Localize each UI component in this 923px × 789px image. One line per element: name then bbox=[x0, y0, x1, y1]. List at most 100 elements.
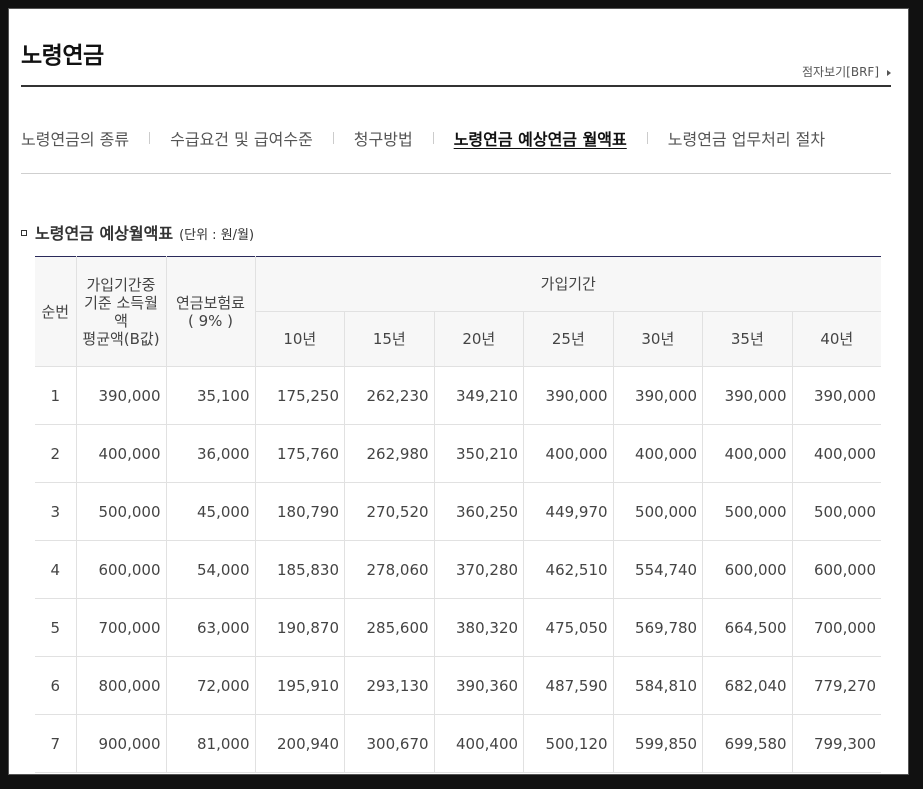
amount-cell: 54,000 bbox=[165, 540, 256, 599]
amount-cell: 293,130 bbox=[344, 656, 435, 715]
amount-cell: 300,670 bbox=[344, 714, 435, 773]
amount-cell: 390,000 bbox=[75, 366, 167, 425]
tab-claim-method[interactable]: 청구방법 bbox=[354, 126, 413, 150]
page-title: 노령연금 bbox=[21, 43, 104, 69]
amount-cell: 390,000 bbox=[523, 366, 614, 425]
tab-separator bbox=[149, 132, 151, 144]
amount-cell: 400,000 bbox=[612, 424, 704, 483]
table-row: 7 900,000 81,000 200,940 300,670 400,400 500,1… bbox=[35, 714, 881, 773]
amount-cell: 779,270 bbox=[791, 656, 881, 715]
amount-cell: 500,000 bbox=[702, 482, 793, 541]
amount-cell: 400,000 bbox=[523, 424, 614, 483]
table-row: 6 800,000 72,000 195,910 293,130 390,360 487,5… bbox=[35, 656, 881, 715]
amount-cell: 262,980 bbox=[344, 424, 435, 483]
header-year: 30년 bbox=[612, 311, 704, 367]
amount-cell: 81,000 bbox=[165, 714, 256, 773]
amount-cell: 500,000 bbox=[75, 482, 167, 541]
title-divider bbox=[21, 85, 891, 87]
header-year: 25년 bbox=[523, 311, 614, 367]
header-income-line: 가입기간중 bbox=[86, 275, 156, 294]
pension-table: 순번 가입기간중 기준 소득월 액 평균액(B값) 연금보험료 ( 9% ) 가… bbox=[35, 256, 881, 773]
amount-cell: 664,500 bbox=[702, 598, 793, 657]
amount-cell: 487,590 bbox=[523, 656, 614, 715]
table-row: 3 500,000 45,000 180,790 270,520 360,250 449,9… bbox=[35, 482, 881, 541]
amount-cell: 175,250 bbox=[254, 366, 346, 425]
amount-cell: 500,000 bbox=[612, 482, 704, 541]
amount-cell: 370,280 bbox=[433, 540, 525, 599]
header-income-line: 액 bbox=[114, 311, 128, 330]
header-num: 순번 bbox=[35, 256, 77, 367]
tabs-divider bbox=[21, 173, 891, 174]
header-year: 15년 bbox=[344, 311, 435, 367]
tab-pension-types[interactable]: 노령연금의 종류 bbox=[21, 126, 129, 150]
amount-cell: 900,000 bbox=[75, 714, 167, 773]
section-heading-text: 노령연금 예상월액표 bbox=[35, 224, 174, 243]
amount-cell: 599,850 bbox=[612, 714, 704, 773]
tab-separator bbox=[646, 132, 648, 144]
square-bullet-icon bbox=[21, 230, 27, 236]
table-row: 5 700,000 63,000 190,870 285,600 380,320 475,0… bbox=[35, 598, 881, 657]
header-income-line: 평균액(B값) bbox=[82, 329, 160, 348]
amount-cell: 475,050 bbox=[523, 598, 614, 657]
tab-separator bbox=[332, 132, 334, 144]
amount-cell: 600,000 bbox=[791, 540, 881, 599]
amount-cell: 700,000 bbox=[75, 598, 167, 657]
amount-cell: 35,100 bbox=[165, 366, 256, 425]
table-row: 4 600,000 54,000 185,830 278,060 370,280 462,5… bbox=[35, 540, 881, 599]
header-income: 가입기간중 기준 소득월 액 평균액(B값) bbox=[75, 256, 167, 367]
amount-cell: 600,000 bbox=[702, 540, 793, 599]
amount-cell: 72,000 bbox=[165, 656, 256, 715]
amount-cell: 200,940 bbox=[254, 714, 346, 773]
amount-cell: 262,230 bbox=[344, 366, 435, 425]
amount-cell: 270,520 bbox=[344, 482, 435, 541]
amount-cell: 554,740 bbox=[612, 540, 704, 599]
amount-cell: 799,300 bbox=[791, 714, 881, 773]
row-number-cell: 1 bbox=[35, 366, 77, 425]
amount-cell: 390,000 bbox=[612, 366, 704, 425]
amount-cell: 390,360 bbox=[433, 656, 525, 715]
amount-cell: 349,210 bbox=[433, 366, 525, 425]
amount-cell: 500,000 bbox=[791, 482, 881, 541]
amount-cell: 390,000 bbox=[702, 366, 793, 425]
section-heading: 노령연금 예상월액표 (단위 : 원/월) bbox=[21, 220, 254, 244]
amount-cell: 285,600 bbox=[344, 598, 435, 657]
header-year: 20년 bbox=[433, 311, 525, 367]
amount-cell: 185,830 bbox=[254, 540, 346, 599]
row-number-cell: 4 bbox=[35, 540, 77, 599]
amount-cell: 400,400 bbox=[433, 714, 525, 773]
row-number-cell: 6 bbox=[35, 656, 77, 715]
unit-note: (단위 : 원/월) bbox=[179, 228, 255, 243]
row-number-cell: 3 bbox=[35, 482, 77, 541]
amount-cell: 584,810 bbox=[612, 656, 704, 715]
tab-estimated-monthly-table[interactable]: 노령연금 예상연금 월액표 bbox=[454, 126, 627, 150]
amount-cell: 682,040 bbox=[702, 656, 793, 715]
tab-bar: 노령연금의 종류 수급요건 및 급여수준 청구방법 노령연금 예상연금 월액표 … bbox=[21, 126, 891, 150]
amount-cell: 700,000 bbox=[791, 598, 881, 657]
amount-cell: 462,510 bbox=[523, 540, 614, 599]
amount-cell: 350,210 bbox=[433, 424, 525, 483]
amount-cell: 360,250 bbox=[433, 482, 525, 541]
header-year: 35년 bbox=[702, 311, 793, 367]
header-year: 10년 bbox=[255, 311, 346, 367]
braille-view-label: 점자보기[BRF] bbox=[802, 65, 879, 79]
tab-separator bbox=[432, 132, 434, 144]
amount-cell: 180,790 bbox=[254, 482, 346, 541]
braille-view-link[interactable]: 점자보기[BRF] bbox=[802, 63, 891, 80]
row-number-cell: 2 bbox=[35, 424, 77, 483]
amount-cell: 278,060 bbox=[344, 540, 435, 599]
amount-cell: 569,780 bbox=[612, 598, 704, 657]
tab-processing-procedure[interactable]: 노령연금 업무처리 절차 bbox=[668, 126, 825, 150]
amount-cell: 390,000 bbox=[791, 366, 881, 425]
table-row: 2 400,000 36,000 175,760 262,980 350,210 400,0… bbox=[35, 424, 881, 483]
tab-eligibility[interactable]: 수급요건 및 급여수준 bbox=[170, 126, 313, 150]
amount-cell: 190,870 bbox=[254, 598, 346, 657]
amount-cell: 175,760 bbox=[254, 424, 346, 483]
header-premium: 연금보험료 ( 9% ) bbox=[165, 256, 256, 367]
amount-cell: 400,000 bbox=[791, 424, 881, 483]
amount-cell: 699,580 bbox=[702, 714, 793, 773]
amount-cell: 400,000 bbox=[75, 424, 167, 483]
amount-cell: 36,000 bbox=[165, 424, 256, 483]
amount-cell: 63,000 bbox=[165, 598, 256, 657]
row-number-cell: 7 bbox=[35, 714, 77, 773]
amount-cell: 449,970 bbox=[523, 482, 614, 541]
